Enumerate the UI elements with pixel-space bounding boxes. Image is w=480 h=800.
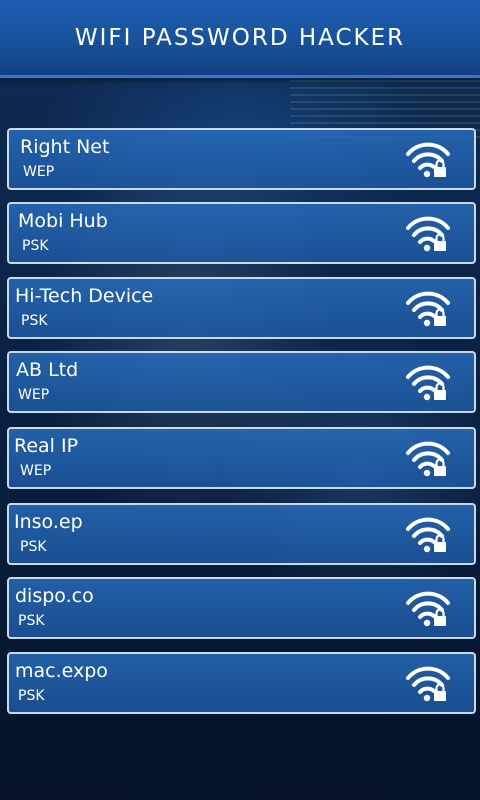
wifi-lock-icon <box>406 365 450 401</box>
network-security: PSK <box>20 539 47 555</box>
network-security: PSK <box>22 238 49 254</box>
wifi-lock-icon <box>406 441 450 477</box>
network-item-dispo-co[interactable]: dispo.co PSK <box>7 577 476 639</box>
network-name: Real IP <box>14 435 79 457</box>
network-security: WEP <box>23 164 55 180</box>
network-security: PSK <box>21 313 48 329</box>
network-item-real-ip[interactable]: Real IP WEP <box>7 427 476 489</box>
network-name: AB Ltd <box>16 359 79 381</box>
network-item-mobi-hub[interactable]: Mobi Hub PSK <box>7 202 476 264</box>
wifi-lock-icon <box>406 291 450 327</box>
network-name: dispo.co <box>15 585 94 607</box>
network-name: mac.expo <box>15 660 108 682</box>
network-security: PSK <box>18 688 45 704</box>
wifi-lock-icon <box>406 216 450 252</box>
network-name: Inso.ep <box>14 511 83 533</box>
network-name: Right Net <box>20 136 110 158</box>
wifi-lock-icon <box>406 591 450 627</box>
wifi-lock-icon <box>406 517 450 553</box>
network-item-right-net[interactable]: Right Net WEP <box>7 128 476 190</box>
wifi-lock-icon <box>406 142 450 178</box>
network-list: Right Net WEP Mobi Hub PSK Hi-Tech Devic… <box>0 0 480 800</box>
network-item-mac-expo[interactable]: mac.expo PSK <box>7 652 476 714</box>
network-item-inso-ep[interactable]: Inso.ep PSK <box>7 503 476 565</box>
network-security: PSK <box>18 613 45 629</box>
network-item-hi-tech-device[interactable]: Hi-Tech Device PSK <box>7 277 476 339</box>
wifi-lock-icon <box>406 666 450 702</box>
network-name: Hi-Tech Device <box>15 285 154 307</box>
network-security: WEP <box>20 463 52 479</box>
network-security: WEP <box>18 387 50 403</box>
network-name: Mobi Hub <box>18 210 108 232</box>
network-item-ab-ltd[interactable]: AB Ltd WEP <box>7 351 476 413</box>
